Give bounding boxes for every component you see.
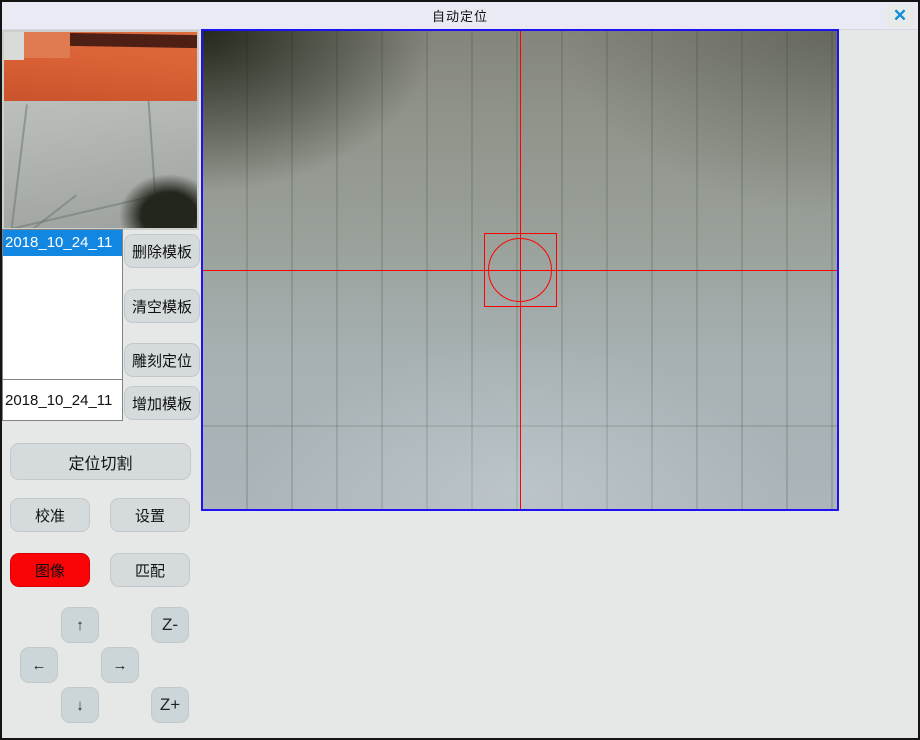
jog-up-button[interactable]: ↑ — [61, 607, 99, 643]
window-title: 自动定位 — [432, 6, 488, 25]
image-button[interactable]: 图像 — [10, 553, 90, 587]
jog-down-button[interactable]: ↓ — [61, 687, 99, 723]
jog-z-minus-button[interactable]: Z- — [151, 607, 189, 643]
settings-button[interactable]: 设置 — [110, 498, 190, 532]
template-listbox[interactable]: 2018_10_24_11 — [2, 229, 123, 380]
auto-position-dialog: 自动定位 ✕ 2018_10_24_11 删除模板 清空模板 雕刻定位 增加模板… — [0, 0, 920, 740]
thumbnail-beam-shadow — [68, 33, 199, 48]
list-item[interactable]: 2018_10_24_11 — [3, 230, 122, 256]
camera-viewport[interactable] — [201, 29, 839, 511]
close-icon[interactable]: ✕ — [887, 4, 913, 28]
roi-circle — [488, 238, 552, 302]
clear-templates-button[interactable]: 清空模板 — [124, 289, 200, 323]
jog-z-plus-button[interactable]: Z+ — [151, 687, 189, 723]
thumbnail-dark-object — [119, 174, 199, 230]
template-thumbnail[interactable] — [2, 30, 199, 230]
template-name-field[interactable] — [2, 379, 123, 421]
calibrate-button[interactable]: 校准 — [10, 498, 90, 532]
delete-template-button[interactable]: 删除模板 — [124, 234, 200, 268]
add-template-button[interactable]: 增加模板 — [124, 386, 200, 420]
engrave-position-button[interactable]: 雕刻定位 — [124, 343, 200, 377]
title-bar: 自动定位 ✕ — [2, 2, 918, 30]
position-cut-button[interactable]: 定位切割 — [10, 443, 191, 480]
jog-right-button[interactable]: → — [101, 647, 139, 683]
jog-left-button[interactable]: ← — [20, 647, 58, 683]
thumbnail-detail — [4, 32, 24, 60]
thumbnail-detail — [24, 32, 70, 58]
match-button[interactable]: 匹配 — [110, 553, 190, 587]
